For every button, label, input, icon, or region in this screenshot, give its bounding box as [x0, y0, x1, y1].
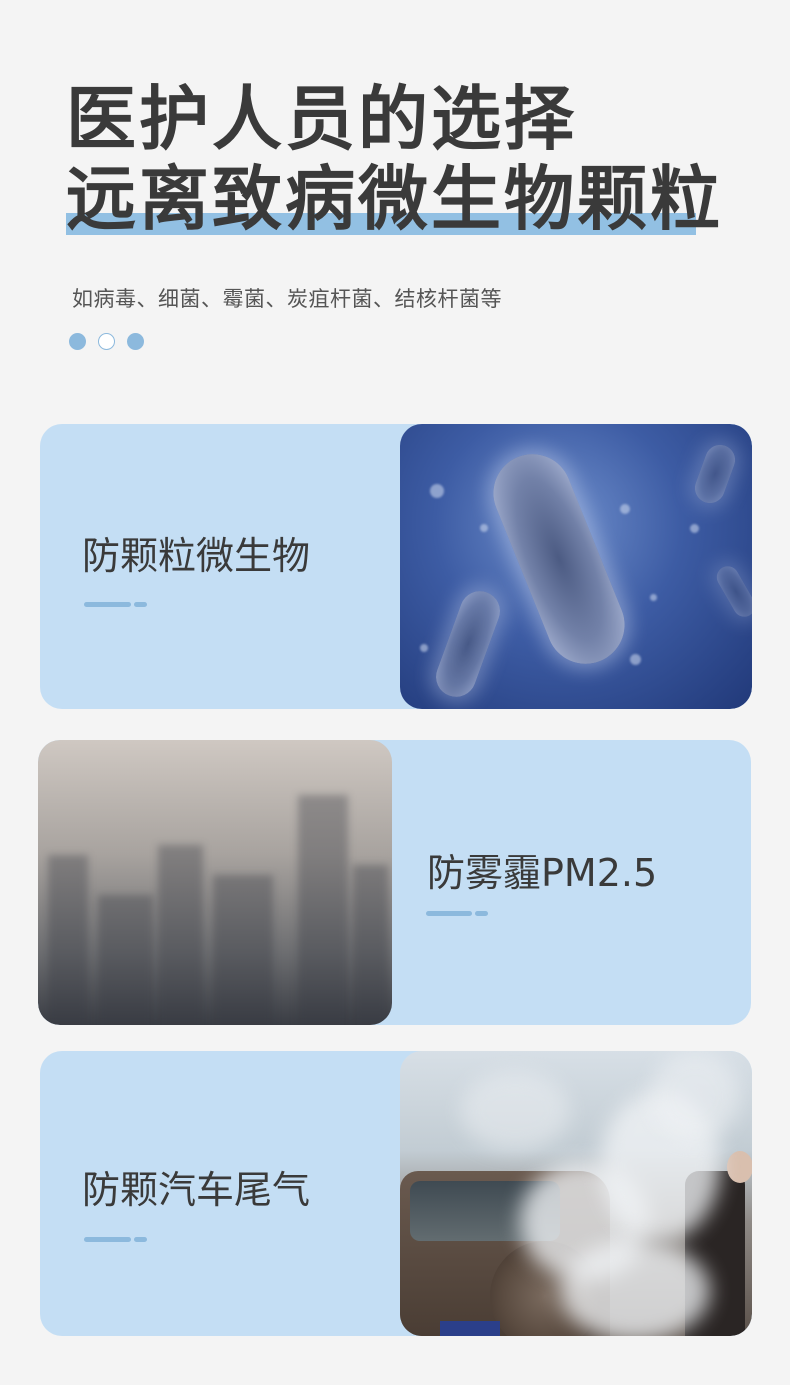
card-accent-dash [134, 1237, 147, 1242]
subtitle: 如病毒、细菌、霉菌、炭疽杆菌、结核杆菌等 [72, 287, 502, 311]
card-title-microorganisms: 防颗粒微生物 [82, 534, 311, 578]
card-accent-bar [84, 1237, 131, 1242]
dot-1 [69, 333, 86, 350]
dot-2 [98, 333, 115, 350]
card-title-exhaust: 防颗汽车尾气 [82, 1168, 311, 1212]
carousel-dots [69, 333, 144, 350]
feature-card-microorganisms: 防颗粒微生物 [40, 424, 752, 709]
card-accent-dash [475, 911, 488, 916]
feature-card-smog: 防雾霾PM2.5 [38, 740, 751, 1025]
headline-line-2: 远离致病微生物颗粒 [66, 158, 723, 240]
card-accent-bar [84, 602, 131, 607]
card-accent-bar [426, 911, 472, 916]
dot-3 [127, 333, 144, 350]
headline-line-1: 医护人员的选择 [66, 78, 577, 160]
bacteria-photo [400, 424, 752, 709]
car-exhaust-photo [400, 1051, 752, 1336]
card-title-smog: 防雾霾PM2.5 [427, 851, 658, 895]
card-accent-dash [134, 602, 147, 607]
smog-city-photo [38, 740, 392, 1025]
feature-card-exhaust: 防颗汽车尾气 [40, 1051, 752, 1336]
